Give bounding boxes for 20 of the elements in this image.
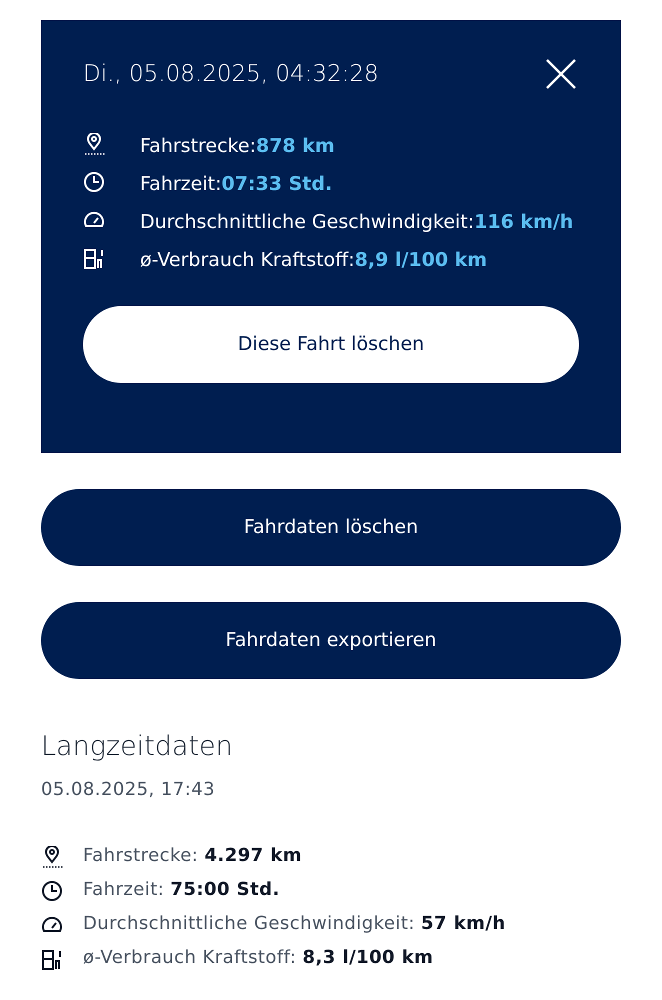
stat-text: Fahrstrecke:878 km <box>140 134 335 159</box>
stat-text: ø-Verbrauch Kraftstoff: 8,3 l/100 km <box>83 946 434 970</box>
stat-text: Durchschnittliche Geschwindigkeit:116 km/h <box>140 210 574 235</box>
stat-text: Fahrzeit:07:33 Std. <box>140 172 332 197</box>
stat-text: Durchschnittliche Geschwindigkeit: 57 km/h <box>83 912 506 936</box>
clock-icon <box>41 880 63 902</box>
stat-text: ø-Verbrauch Kraftstoff:8,9 l/100 km <box>140 248 488 273</box>
location-pin-icon <box>41 846 63 868</box>
fuel-pump-icon <box>41 948 63 970</box>
stat-text: Fahrstrecke: 4.297 km <box>83 844 302 868</box>
fuel-pump-icon <box>83 247 105 269</box>
location-pin-icon <box>83 133 105 155</box>
action-button[interactable]: Fahrdaten löschen <box>41 489 621 566</box>
delete-trip-button[interactable]: Diese Fahrt löschen <box>83 306 579 383</box>
clock-icon <box>83 171 105 193</box>
section-date: 05.08.2025, 17:43 <box>41 778 216 802</box>
section-title: Langzeitdaten <box>41 730 234 764</box>
trip-title: Di., 05.08.2025, 04:32:28 <box>83 60 379 89</box>
stat-text: Fahrzeit: 75:00 Std. <box>83 878 280 902</box>
action-button[interactable]: Fahrdaten exportieren <box>41 602 621 679</box>
